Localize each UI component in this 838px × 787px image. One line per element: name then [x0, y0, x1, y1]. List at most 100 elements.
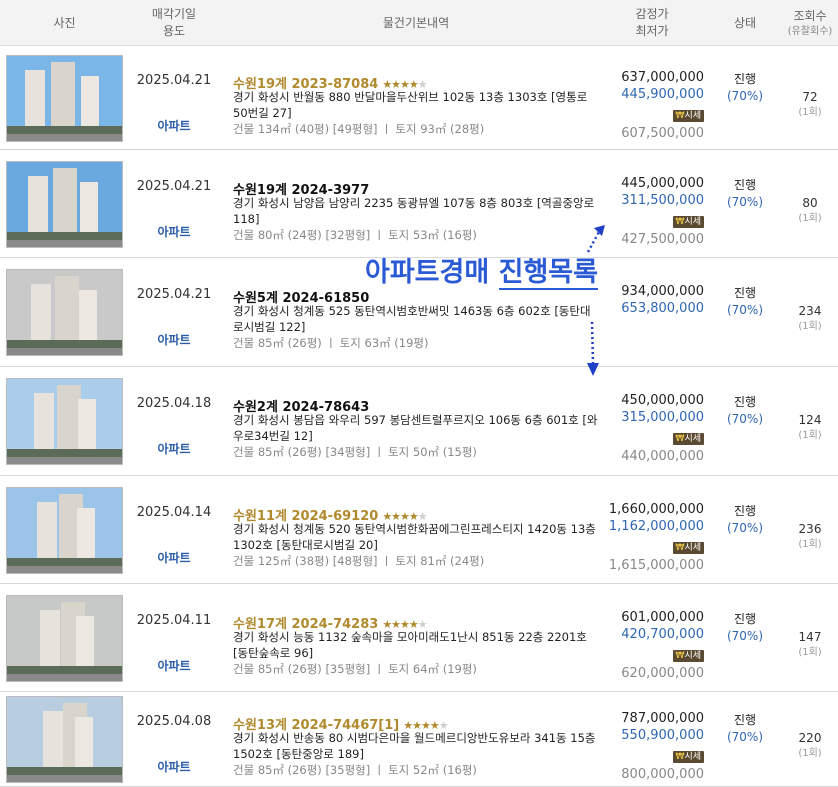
header-views[interactable]: 조회수 (유찰회수) — [784, 0, 836, 46]
table-row[interactable]: 2025.04.14 아파트 수원11계 2024-69120 ★★★★★ 경기 화성시… — [0, 476, 838, 584]
area-info: 건물 85㎡ (26평) [34평형] ㅣ 토지 50㎡ (15평) — [233, 445, 477, 459]
property-address: 경기 화성시 청계동 520 동탄역시범한화꿈에그린프레스티지 1420동 13… — [233, 522, 596, 552]
property-photo[interactable] — [6, 269, 123, 356]
view-count: 147 — [798, 630, 822, 644]
property-type-link[interactable]: 아파트 — [126, 117, 222, 134]
status-text: 진행 — [733, 612, 757, 626]
price-block: 787,000,000 550,900,000 ₩시세 800,000,000 — [600, 710, 704, 783]
appraisal-price: 601,000,000 — [621, 610, 704, 625]
status-block: 진행 (70%) — [714, 71, 776, 105]
area-info: 건물 125㎡ (38평) [48평형] ㅣ 토지 81㎡ (24평) — [233, 554, 485, 568]
apartment-photo-icon — [7, 162, 122, 247]
market-price-label: 시세 — [684, 543, 701, 553]
property-type-link[interactable]: 아파트 — [126, 223, 222, 240]
minimum-price: 653,800,000 — [621, 301, 704, 316]
status-ratio: (70%) — [726, 629, 764, 643]
fail-count: (1회) — [798, 539, 822, 550]
view-count: 124 — [798, 413, 822, 427]
market-price-label: 시세 — [684, 111, 701, 121]
status-ratio: (70%) — [726, 730, 764, 744]
header-photo: 사진 — [6, 0, 123, 46]
status-block: 진행 (70%) — [714, 394, 776, 428]
area-info: 건물 134㎡ (40평) [49평형] ㅣ 토지 93㎡ (28평) — [233, 122, 485, 136]
status-block: 진행 (70%) — [714, 177, 776, 211]
reference-price: 1,615,000,000 — [608, 558, 704, 573]
table-header: 사진 매각기일 용도 물건기본내역 감정가 최저가 상태 조회수 (유찰회수) — [0, 0, 838, 46]
status-block: 진행 (70%) — [714, 503, 776, 537]
table-row[interactable]: 2025.04.21 아파트 수원19계 2023-87084 ★★★★★ 경기 화성시… — [0, 46, 838, 150]
header-info: 물건기본내역 — [233, 0, 599, 46]
price-block: 445,000,000 311,500,000 ₩시세 427,500,000 — [600, 175, 704, 248]
apartment-photo-icon — [7, 379, 122, 464]
header-info-label: 물건기본내역 — [382, 15, 450, 30]
area-info: 건물 80㎡ (24평) [32평형] ㅣ 토지 53㎡ (16평) — [233, 228, 477, 242]
status-text: 진행 — [733, 286, 757, 300]
view-count: 236 — [798, 522, 822, 536]
table-row[interactable]: 2025.04.18 아파트 수원2계 2024-78643 경기 화성시 봉담읍 와… — [0, 367, 838, 476]
market-price-button[interactable]: ₩시세 — [672, 433, 704, 445]
market-price-label: 시세 — [684, 752, 701, 762]
reference-price: 427,500,000 — [621, 232, 704, 247]
header-use-label: 용도 — [162, 24, 186, 38]
property-type-link[interactable]: 아파트 — [126, 549, 222, 566]
area-info: 건물 85㎡ (26평) ㅣ 토지 63㎡ (19평) — [233, 336, 429, 350]
market-price-button[interactable]: ₩시세 — [672, 650, 704, 662]
status-ratio: (70%) — [726, 89, 764, 103]
table-row[interactable]: 2025.04.21 아파트 수원19계 2024-3977 경기 화성시 남양읍 남… — [0, 150, 838, 258]
views-block: 72 (1회) — [784, 89, 836, 120]
header-date-use[interactable]: 매각기일 용도 — [126, 0, 222, 46]
status-text: 진행 — [733, 395, 757, 409]
property-type-link[interactable]: 아파트 — [126, 657, 222, 674]
header-status-label: 상태 — [733, 15, 757, 30]
property-photo[interactable] — [6, 378, 123, 465]
appraisal-price: 787,000,000 — [621, 711, 704, 726]
property-photo[interactable] — [6, 696, 123, 783]
price-block: 601,000,000 420,700,000 ₩시세 620,000,000 — [600, 609, 704, 682]
views-block: 80 (1회) — [784, 195, 836, 226]
property-photo[interactable] — [6, 487, 123, 574]
property-type-link[interactable]: 아파트 — [126, 331, 222, 348]
views-block: 220 (1회) — [784, 730, 836, 761]
status-ratio: (70%) — [726, 303, 764, 317]
header-fails-label: (유찰회수) — [787, 26, 833, 37]
property-address: 경기 화성시 반송동 80 시범다은마을 월드메르디앙반도유보라 341동 15… — [233, 731, 596, 761]
property-photo[interactable] — [6, 161, 123, 248]
header-price[interactable]: 감정가 최저가 — [600, 0, 704, 46]
view-count: 234 — [798, 304, 822, 318]
market-price-button[interactable]: ₩시세 — [672, 216, 704, 228]
market-price-button[interactable]: ₩시세 — [672, 542, 704, 554]
overlay-title-a: 아파트경매 — [365, 257, 490, 288]
header-views-label: 조회수 — [793, 9, 827, 23]
header-appraisal-label: 감정가 — [635, 7, 669, 21]
reference-price: 440,000,000 — [621, 449, 704, 464]
overlay-title-b: 진행목록 — [498, 257, 598, 290]
appraisal-price: 450,000,000 — [621, 393, 704, 408]
header-date-label: 매각기일 — [151, 7, 197, 21]
property-address: 경기 화성시 봉담읍 와우리 597 봉담센트럴푸르지오 106동 6층 601… — [233, 413, 598, 443]
fail-count: (1회) — [798, 321, 822, 332]
property-type-link[interactable]: 아파트 — [126, 440, 222, 457]
status-ratio: (70%) — [726, 412, 764, 426]
table-row[interactable]: 2025.04.11 아파트 수원17계 2024-74283 ★★★★★ 경기 화성시… — [0, 584, 838, 692]
fail-count: (1회) — [798, 213, 822, 224]
status-text: 진행 — [733, 72, 757, 86]
market-price-label: 시세 — [684, 434, 701, 444]
table-row[interactable]: 2025.04.08 아파트 수원13계 2024-74467[1] ★★★★★ 경기 … — [0, 692, 838, 787]
property-photo[interactable] — [6, 595, 123, 682]
price-block: 637,000,000 445,900,000 ₩시세 607,500,000 — [600, 69, 704, 142]
market-price-button[interactable]: ₩시세 — [672, 110, 704, 122]
property-photo[interactable] — [6, 55, 123, 142]
property-address: 경기 화성시 능동 1132 숲속마을 모아미래도1난시 851동 22층 22… — [233, 630, 587, 660]
property-address: 경기 화성시 남양읍 남양리 2235 동광뷰엘 107동 8층 803호 [역… — [233, 196, 595, 226]
status-ratio: (70%) — [726, 195, 764, 209]
views-block: 124 (1회) — [784, 412, 836, 443]
fail-count: (1회) — [798, 647, 822, 658]
header-photo-label: 사진 — [53, 15, 76, 30]
fail-count: (1회) — [798, 107, 822, 118]
views-block: 147 (1회) — [784, 629, 836, 660]
minimum-price: 311,500,000 — [621, 193, 704, 208]
market-price-button[interactable]: ₩시세 — [672, 751, 704, 763]
property-type-link[interactable]: 아파트 — [126, 758, 222, 775]
market-price-label: 시세 — [684, 217, 701, 227]
sale-date: 2025.04.18 — [136, 396, 212, 411]
